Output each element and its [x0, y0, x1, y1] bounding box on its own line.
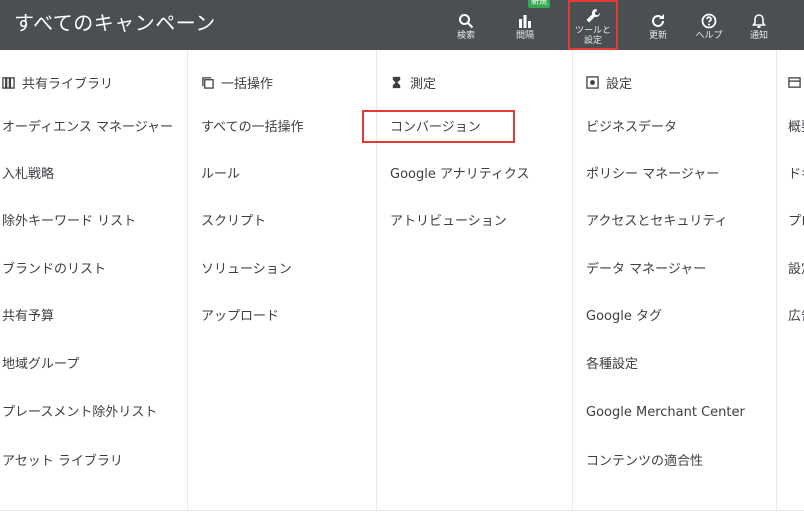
- tools-settings-button[interactable]: ツールと 設定: [568, 0, 618, 50]
- menu-item-bid-strategies[interactable]: 入札戦略: [2, 165, 54, 185]
- refresh-label: 更新: [648, 31, 667, 41]
- help-label: ヘルプ: [695, 31, 723, 41]
- hourglass-icon: [392, 76, 401, 88]
- menu-item-billing-summary[interactable]: 概要: [788, 118, 804, 138]
- column-header: [788, 72, 804, 92]
- help-icon: [701, 13, 717, 29]
- column-shared-library: 共有ライブラリ オーディエンス マネージャー 入札戦略 除外キーワード リスト …: [0, 50, 188, 510]
- top-bar: すべてのキャンペーン 検索 新規 間隔 ツールと 設定 更新 ヘルプ 通知: [0, 0, 804, 50]
- menu-item-negative-keyword-lists[interactable]: 除外キーワード リスト: [2, 212, 136, 232]
- conversions-highlight-box: [362, 110, 515, 143]
- menu-item-asset-library[interactable]: アセット ライブラリ: [2, 452, 123, 472]
- help-button[interactable]: ヘルプ: [691, 0, 727, 50]
- menu-item-preferences[interactable]: 各種設定: [586, 355, 638, 375]
- menu-item-billing-documents[interactable]: ドキ: [788, 165, 804, 185]
- menu-item-policy-manager[interactable]: ポリシー マネージャー: [586, 165, 719, 185]
- menu-item-attribution[interactable]: アトリビューション: [390, 212, 507, 232]
- menu-item-shared-budgets[interactable]: 共有予算: [2, 307, 54, 327]
- menu-item-location-groups[interactable]: 地域グループ: [2, 355, 79, 375]
- menu-item-data-manager[interactable]: データ マネージャー: [586, 260, 706, 280]
- menu-item-content-suitability[interactable]: コンテンツの適合性: [586, 452, 703, 472]
- column-settings: 設定 ビジネスデータ ポリシー マネージャー アクセスとセキュリティ データ マ…: [572, 50, 777, 510]
- menu-item-rules[interactable]: ルール: [201, 165, 240, 185]
- menu-item-business-data[interactable]: ビジネスデータ: [586, 118, 677, 138]
- settings-icon: [586, 75, 599, 89]
- billing-icon: [788, 76, 801, 88]
- search-button[interactable]: 検索: [452, 0, 480, 50]
- refresh-button[interactable]: 更新: [642, 0, 674, 50]
- column-bulk-actions: 一括操作 すべての一括操作 ルール スクリプト ソリューション アップロード: [187, 50, 377, 510]
- reports-label: 間隔: [515, 31, 534, 41]
- tools-settings-label: ツールと 設定: [574, 26, 611, 46]
- menu-item-solutions[interactable]: ソリューション: [201, 260, 292, 280]
- column-header: 一括操作: [201, 72, 273, 92]
- search-label: 検索: [456, 31, 475, 41]
- menu-item-all-bulk-actions[interactable]: すべての一括操作: [201, 118, 304, 138]
- library-icon: [2, 76, 15, 89]
- menu-item-google-tag[interactable]: Google タグ: [586, 307, 662, 327]
- column-header: 設定: [586, 72, 632, 92]
- notifications-label: 通知: [749, 31, 768, 41]
- search-icon: [459, 14, 474, 29]
- menu-item-access-and-security[interactable]: アクセスとセキュリティ: [586, 212, 728, 232]
- menu-item-placement-exclusion-lists[interactable]: プレースメント除外リスト: [2, 403, 157, 423]
- refresh-icon: [652, 14, 664, 27]
- menu-item-google-analytics[interactable]: Google アナリティクス: [390, 165, 530, 185]
- menu-item-audience-manager[interactable]: オーディエンス マネージャー: [2, 118, 173, 138]
- menu-item-brand-lists[interactable]: ブランドのリスト: [2, 260, 106, 280]
- menu-item-billing-settings[interactable]: 設定: [788, 260, 804, 280]
- menu-item-scripts[interactable]: スクリプト: [201, 212, 266, 232]
- menu-item-uploads[interactable]: アップロード: [201, 307, 279, 327]
- column-header: 測定: [390, 72, 436, 92]
- menu-item-google-merchant-center[interactable]: Google Merchant Center: [586, 403, 745, 423]
- reports-button[interactable]: 間隔: [510, 0, 540, 50]
- report-icon: [519, 15, 531, 28]
- menu-item-promotions[interactable]: プロ: [788, 212, 804, 232]
- bulk-icon: [202, 76, 214, 89]
- bell-icon: [751, 14, 767, 28]
- wrench-icon: [586, 9, 600, 23]
- divider: [0, 510, 804, 511]
- page-title: すべてのキャンペーン: [14, 11, 216, 35]
- notifications-button[interactable]: 通知: [745, 0, 773, 50]
- column-billing: 概要 ドキ プロ 設定 広告: [776, 50, 804, 510]
- column-header: 共有ライブラリ: [2, 72, 113, 92]
- menu-item-advertiser-verification[interactable]: 広告: [788, 307, 804, 327]
